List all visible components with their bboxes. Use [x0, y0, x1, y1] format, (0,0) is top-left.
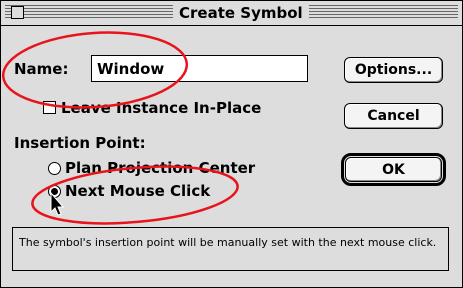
next-mouse-click-label[interactable]: Next Mouse Click [65, 182, 210, 200]
ok-button[interactable]: OK [345, 157, 442, 182]
leave-instance-checkbox[interactable] [43, 101, 56, 114]
leave-instance-label[interactable]: Leave Instance In-Place [61, 99, 261, 117]
description-text: The symbol's insertion point will be man… [12, 227, 449, 271]
name-input[interactable] [91, 55, 308, 82]
name-label: Name: [14, 60, 69, 78]
plan-projection-center-label[interactable]: Plan Projection Center [65, 159, 255, 177]
plan-projection-center-radio[interactable] [48, 162, 61, 175]
next-mouse-click-radio[interactable] [48, 185, 61, 198]
title-bar[interactable]: Create Symbol [1, 1, 462, 26]
options-button[interactable]: Options... [344, 57, 443, 83]
close-box-icon[interactable] [11, 6, 24, 19]
create-symbol-dialog: Create Symbol Name: Options... Cancel OK… [0, 0, 463, 288]
window-title: Create Symbol [173, 3, 309, 23]
insertion-point-heading: Insertion Point: [14, 134, 146, 152]
cancel-button[interactable]: Cancel [344, 103, 443, 129]
